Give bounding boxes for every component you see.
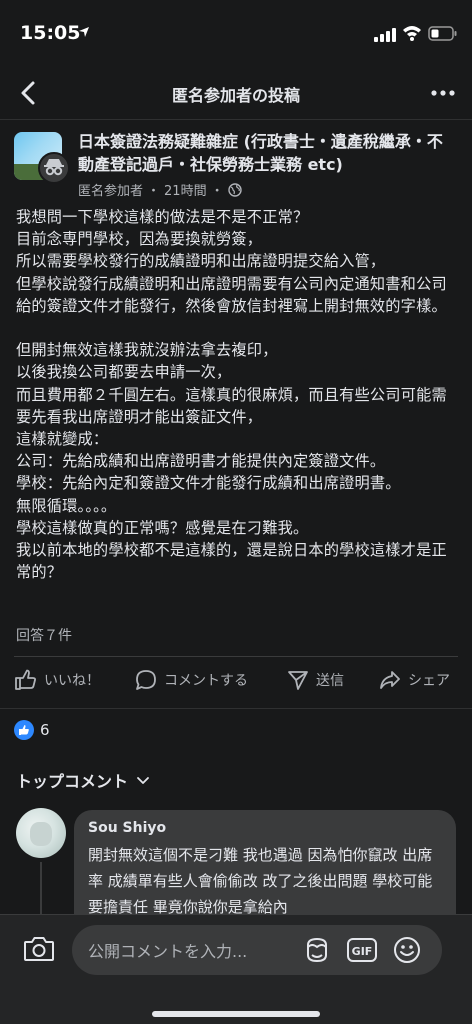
compose-bar: 公開コメントを入力... GIF	[0, 914, 472, 1024]
post-header: 日本簽證法務疑難雜症 (行政書士・遺產稅繼承・不動產登記過戶・社保勞務士業務 e…	[14, 130, 458, 200]
post-time[interactable]: 21時間	[164, 180, 207, 199]
input-icons: GIF	[302, 935, 422, 965]
meta-separator: ・	[147, 184, 161, 199]
answers-count[interactable]: 回答７件	[16, 625, 72, 645]
chevron-down-icon	[137, 777, 149, 784]
like-button[interactable]: いいね！	[14, 668, 100, 692]
messenger-send-icon	[288, 671, 308, 690]
nav-bar: 匿名参加者の投稿	[0, 66, 472, 120]
send-label: 送信	[316, 673, 344, 689]
share-label: シェア	[408, 673, 450, 689]
location-arrow-icon	[79, 27, 89, 37]
thumbs-up-icon	[15, 669, 36, 690]
comment-bubble-icon	[136, 670, 156, 690]
home-indicator[interactable]	[152, 1011, 320, 1017]
reactions-summary[interactable]: 6	[14, 720, 50, 740]
gif-icon[interactable]: GIF	[346, 936, 378, 964]
top-comments-label: トップコメント	[16, 772, 129, 791]
avatar-figure	[30, 822, 52, 846]
emoji-icon[interactable]	[392, 935, 422, 965]
post-body: 我想問一下學校這樣的做法是不是不正常？ 目前念専門學校，因為要換就勞簽， 所以需…	[16, 208, 447, 582]
comment-button[interactable]: コメントする	[134, 668, 248, 692]
cellular-signal-icon	[374, 28, 396, 42]
like-label: いいね！	[44, 673, 100, 689]
privacy-globe-icon	[227, 182, 242, 197]
battery-icon	[428, 26, 457, 41]
comment-input-placeholder: 公開コメントを入力...	[88, 942, 248, 961]
meta-separator-2: ・	[210, 184, 224, 199]
avatar-sticker-icon[interactable]	[302, 935, 332, 965]
like-reaction-icon	[14, 720, 34, 740]
comment-label: コメントする	[164, 673, 248, 689]
post-author[interactable]: 匿名参加者	[78, 180, 143, 199]
action-bar: いいね！ コメントする 送信 シェア	[0, 662, 472, 702]
camera-icon[interactable]	[22, 933, 56, 965]
comment-text: 開封無效這個不是刁難 我也遇過 因為怕你竄改 出席率 成績單有些人會偷偷改 改了…	[88, 846, 433, 916]
top-comments-filter[interactable]: トップコメント	[16, 768, 150, 792]
send-button[interactable]: 送信	[286, 668, 344, 692]
more-options-icon[interactable]	[428, 80, 458, 106]
commenter-avatar[interactable]	[16, 808, 66, 858]
comment-author[interactable]: Sou Shiyo	[88, 820, 442, 836]
anonymous-icon	[38, 152, 70, 184]
reaction-count: 6	[40, 721, 50, 739]
status-time: 15:05	[20, 22, 81, 44]
status-bar: 15:05	[0, 0, 472, 66]
group-name[interactable]: 日本簽證法務疑難雜症 (行政書士・遺產稅繼承・不動產登記過戶・社保勞務士業務 e…	[78, 130, 458, 176]
svg-text:GIF: GIF	[352, 945, 373, 958]
thread-line	[40, 862, 42, 922]
wifi-icon	[403, 26, 421, 41]
share-arrow-icon	[380, 671, 400, 689]
divider	[14, 656, 458, 657]
page-title: 匿名参加者の投稿	[171, 86, 300, 105]
divider	[0, 708, 472, 709]
post-meta: 匿名参加者 ・ 21時間 ・	[78, 180, 242, 199]
share-button[interactable]: シェア	[378, 668, 450, 692]
